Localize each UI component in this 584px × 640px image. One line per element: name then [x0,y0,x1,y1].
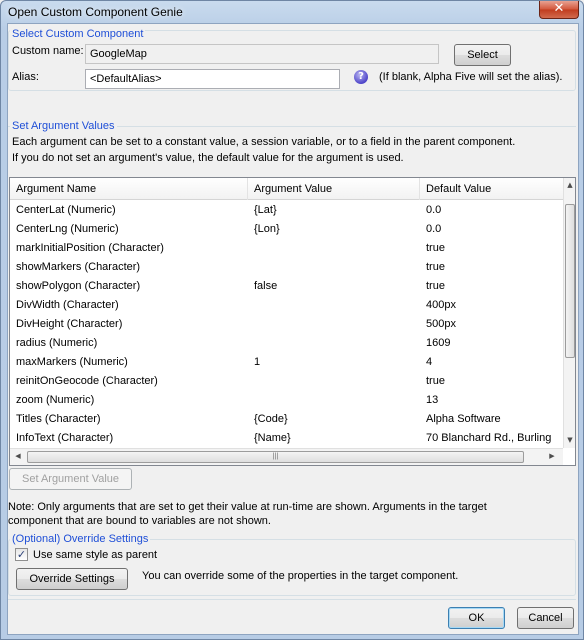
argument-value-cell[interactable]: {Code} [254,410,420,429]
alias-input[interactable]: <DefaultAlias> [85,69,340,89]
cancel-button[interactable]: Cancel [517,607,574,629]
alias-hint: (If blank, Alpha Five will set the alias… [379,71,563,83]
scroll-down-arrow-icon[interactable]: ▼ [564,436,576,444]
title-bar[interactable]: Open Custom Component Genie ✕ [1,1,583,23]
scroll-up-arrow-icon[interactable]: ▲ [564,181,576,189]
help-icon[interactable]: ? [354,70,368,84]
default-value-cell[interactable]: Alpha Software [426,410,563,429]
horizontal-scroll-thumb[interactable]: ||| [27,451,524,463]
argument-name-cell[interactable]: DivHeight (Character) [16,315,248,334]
argument-name-cell[interactable]: InfoText (Character) [16,429,248,448]
note-line2: component that are bound to variables ar… [8,515,271,527]
default-value-cell[interactable]: 70 Blanchard Rd., Burling [426,429,563,448]
custom-name-label: Custom name: [12,45,84,57]
arguments-grid[interactable]: Argument Name Argument Value Default Val… [9,177,576,466]
argument-name-cell[interactable]: maxMarkers (Numeric) [16,353,248,372]
argument-value-cell[interactable]: 1 [254,353,420,372]
default-value-cell[interactable]: true [426,239,563,258]
args-description-line2: If you do not set an argument's value, t… [12,152,404,164]
args-description-line1: Each argument can be set to a constant v… [12,136,516,148]
argument-name-cell[interactable]: CenterLat (Numeric) [16,201,248,220]
table-row[interactable]: CenterLat (Numeric) {Lat} 0.0 [10,201,563,220]
vertical-scrollbar[interactable]: ▲ ▼ [563,178,575,448]
table-row[interactable]: markInitialPosition (Character) true [10,239,563,258]
argument-name-cell[interactable]: reinitOnGeocode (Character) [16,372,248,391]
grid-rows: CenterLat (Numeric) {Lat} 0.0 CenterLng (Nu… [10,201,563,448]
argument-name-cell[interactable]: Titles (Character) [16,410,248,429]
table-row[interactable]: DivHeight (Character) 500px [10,315,563,334]
argument-value-cell[interactable]: {Lon} [254,220,420,239]
ok-button[interactable]: OK [448,607,505,629]
scroll-left-arrow-icon[interactable]: ◀ [12,452,24,460]
default-value-cell[interactable]: 0.0 [426,201,563,220]
custom-name-field[interactable]: GoogleMap [85,44,439,64]
same-style-checkbox[interactable]: ✓ [15,548,28,561]
argument-value-cell[interactable]: {Lat} [254,201,420,220]
dialog-window: Open Custom Component Genie ✕ Select Cus… [0,0,584,640]
grid-header: Argument Name Argument Value Default Val… [10,178,563,200]
table-row[interactable]: radius (Numeric) 1609 [10,334,563,353]
default-value-cell[interactable]: 4 [426,353,563,372]
close-button[interactable]: ✕ [539,1,579,19]
column-header-default-value[interactable]: Default Value [420,178,563,200]
argument-name-cell[interactable]: zoom (Numeric) [16,391,248,410]
dialog-body: Select Custom Component Custom name: Goo… [7,23,579,635]
argument-name-cell[interactable]: showPolygon (Character) [16,277,248,296]
same-style-label[interactable]: Use same style as parent [33,549,157,561]
default-value-cell[interactable]: 1609 [426,334,563,353]
column-header-argument-value[interactable]: Argument Value [248,178,420,200]
table-row[interactable]: reinitOnGeocode (Character) true [10,372,563,391]
select-button[interactable]: Select [454,44,511,66]
footer-separator [8,599,576,600]
note-line1: Note: Only arguments that are set to get… [8,501,487,513]
override-settings-button[interactable]: Override Settings [16,568,128,590]
table-row[interactable]: InfoText (Character) {Name} 70 Blanchard R… [10,429,563,448]
default-value-cell[interactable]: 500px [426,315,563,334]
argument-name-cell[interactable]: DivWidth (Character) [16,296,248,315]
table-row[interactable]: showPolygon (Character) false true [10,277,563,296]
table-row[interactable]: showMarkers (Character) true [10,258,563,277]
alias-label: Alias: [12,71,39,83]
table-row[interactable]: zoom (Numeric) 13 [10,391,563,410]
override-hint: You can override some of the properties … [142,570,459,582]
vertical-scroll-thumb[interactable] [565,204,575,358]
argument-name-cell[interactable]: CenterLng (Numeric) [16,220,248,239]
argument-name-cell[interactable]: radius (Numeric) [16,334,248,353]
horizontal-scrollbar[interactable]: ◀ ||| ▶ [10,448,563,465]
override-group-title: (Optional) Override Settings [10,533,151,545]
window-title: Open Custom Component Genie [8,5,183,19]
default-value-cell[interactable]: true [426,372,563,391]
column-header-argument-name[interactable]: Argument Name [10,178,248,200]
default-value-cell[interactable]: 13 [426,391,563,410]
table-row[interactable]: maxMarkers (Numeric) 1 4 [10,353,563,372]
table-row[interactable]: DivWidth (Character) 400px [10,296,563,315]
select-component-group-title: Select Custom Component [10,28,146,40]
args-group-title: Set Argument Values [10,120,117,132]
default-value-cell[interactable]: true [426,277,563,296]
argument-name-cell[interactable]: showMarkers (Character) [16,258,248,277]
scroll-right-arrow-icon[interactable]: ▶ [546,452,558,460]
default-value-cell[interactable]: 0.0 [426,220,563,239]
set-argument-value-button[interactable]: Set Argument Value [9,468,132,490]
argument-name-cell[interactable]: markInitialPosition (Character) [16,239,248,258]
argument-value-cell[interactable]: {Name} [254,429,420,448]
default-value-cell[interactable]: true [426,258,563,277]
argument-value-cell[interactable]: false [254,277,420,296]
table-row[interactable]: CenterLng (Numeric) {Lon} 0.0 [10,220,563,239]
default-value-cell[interactable]: 400px [426,296,563,315]
table-row[interactable]: Titles (Character) {Code} Alpha Software [10,410,563,429]
